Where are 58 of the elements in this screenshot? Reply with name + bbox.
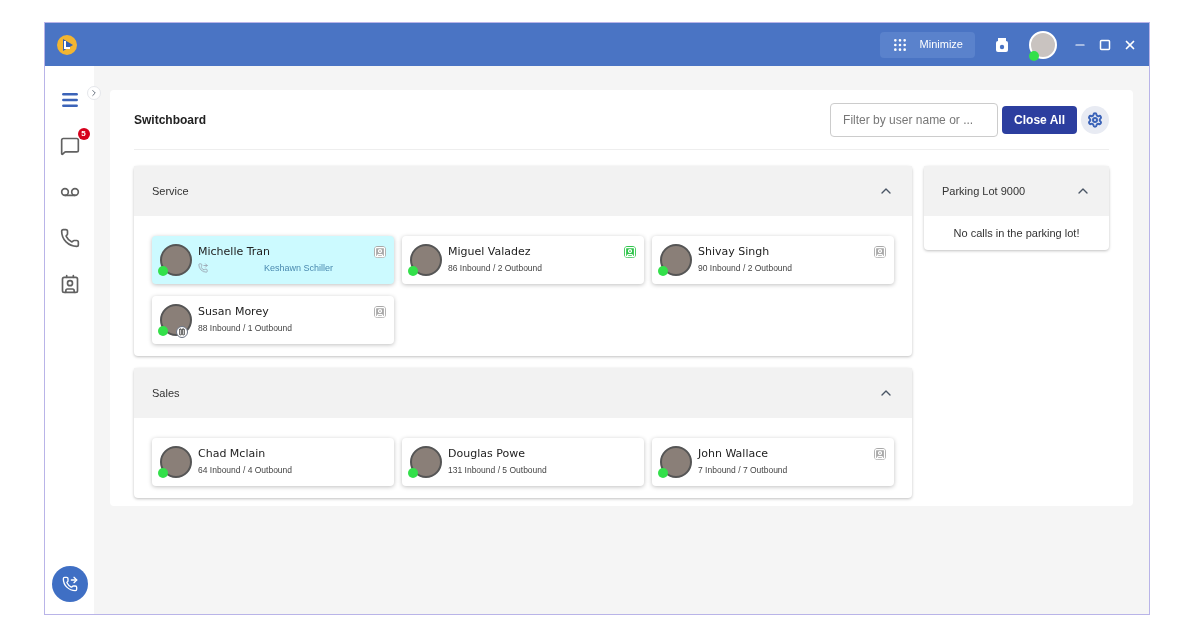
avatar [160,446,192,478]
user-name: Michelle Tran [198,244,271,260]
phone-icon[interactable] [59,228,80,248]
call-stats: 86 Inbound / 2 Outbound [448,262,543,275]
user-name: John Wallace [698,446,768,462]
transfer-icon [198,263,208,273]
avatar [410,244,442,276]
lock-icon[interactable] [995,36,1009,53]
avatar [160,244,192,276]
user-name: Susan Morey [198,304,269,320]
maximize-icon[interactable] [1099,38,1111,51]
user-card[interactable]: Shivay Singh 90 Inbound / 2 Outbound [652,236,894,284]
call-stats: 90 Inbound / 2 Outbound [698,262,793,275]
user-card[interactable]: Chad Mclain 64 Inbound / 4 Outbound [152,438,394,486]
contact-icon[interactable] [874,246,886,258]
call-stats: 88 Inbound / 1 Outbound [198,322,293,335]
avatar [660,446,692,478]
settings-icon [1087,111,1103,128]
user-name: Douglas Powe [448,446,525,462]
user-card[interactable]: Douglas Powe 131 Inbound / 5 Outbound [402,438,644,486]
contact-icon[interactable] [624,246,636,258]
expand-sidebar-icon[interactable] [87,86,101,100]
caller-name: Keshawn Schiller [264,262,334,275]
call-stats: 131 Inbound / 5 Outbound [448,464,547,477]
menu-icon[interactable] [59,90,80,110]
parking-lot-title: Parking Lot 9000 [942,183,1026,199]
dialpad-icon [891,36,908,53]
user-name: Chad Mclain [198,446,266,462]
contact-card-icon[interactable] [59,274,80,294]
contact-icon[interactable] [374,306,386,318]
user-avatar[interactable] [1029,30,1057,59]
contact-icon[interactable] [374,246,386,258]
contact-icon[interactable] [874,448,886,460]
empty-message: No calls in the parking lot! [953,225,1080,241]
call-stats: 7 Inbound / 7 Outbound [698,464,788,477]
user-name: Shivay Singh [698,244,770,260]
user-name: Miguel Valadez [448,244,531,260]
minimize-dialpad-button[interactable]: Minimize [879,31,975,58]
filter-field[interactable]: Filter by user name or ... [830,102,999,137]
group-header[interactable]: Sales [134,368,912,418]
user-card[interactable]: Miguel Valadez 86 Inbound / 2 Outbound [402,236,644,284]
close-all-button[interactable]: Close All [1002,105,1077,134]
user-card[interactable]: Susan Morey 88 Inbound / 1 Outbound [152,296,394,344]
group-title: Service [152,183,189,199]
parking-lot-header[interactable]: Parking Lot 9000 [924,166,1109,216]
group-title: Sales [152,385,180,401]
page-title: Switchboard [134,111,206,129]
group-header[interactable]: Service [134,166,912,216]
avatar [660,244,692,276]
avatar [410,446,442,478]
chat-icon[interactable] [59,136,80,156]
call-button[interactable] [51,566,88,602]
unread-badge: 5 [77,128,90,140]
user-card[interactable]: John Wallace 7 Inbound / 7 Outbound [652,438,894,486]
call-stats: 64 Inbound / 4 Outbound [198,464,293,477]
phone-forward-icon [61,576,78,592]
user-card[interactable]: Michelle Tran Keshawn Schiller [152,236,394,284]
app-logo-icon [57,34,77,55]
